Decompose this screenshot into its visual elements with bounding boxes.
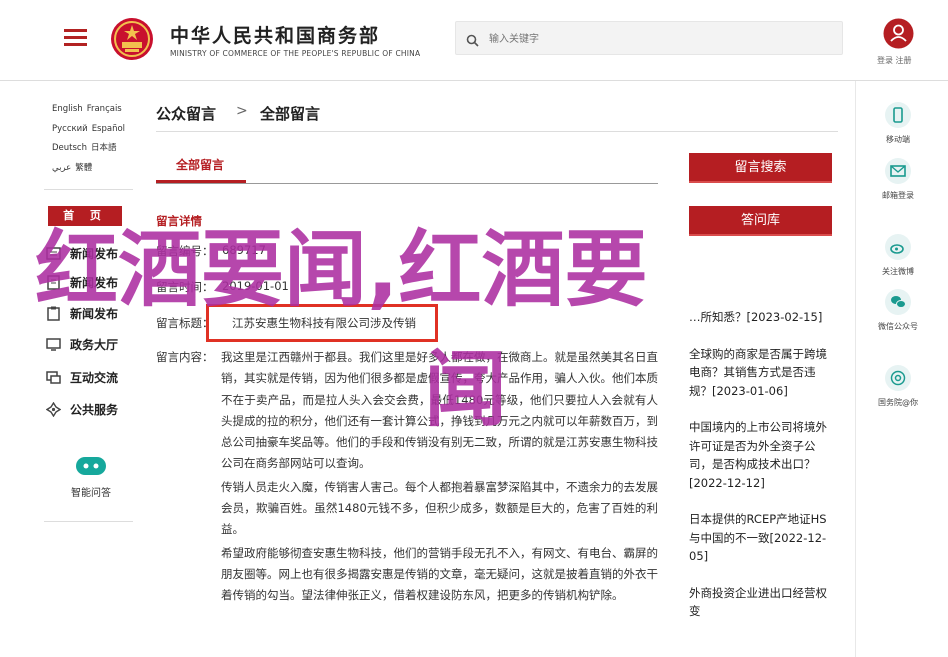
lang-spanish[interactable]: Español	[92, 120, 125, 140]
mobile-label: 移动端	[886, 135, 910, 144]
language-row: Русский Español	[52, 120, 129, 140]
site-title-en: MINISTRY OF COMMERCE OF THE PEOPLE'S REP…	[170, 49, 421, 58]
language-row: Deutsch 日本語	[52, 139, 129, 159]
robot-icon	[74, 457, 108, 481]
list-item[interactable]: 外商投资企业进出口经营权变	[689, 584, 834, 621]
login-link[interactable]: 登录	[877, 56, 893, 65]
nav-item-public-service[interactable]: 公共服务	[45, 399, 136, 421]
state-council-label: 国务院@你	[878, 398, 918, 407]
tab-label: 全部留言	[176, 158, 225, 172]
chat-icon	[46, 370, 61, 388]
lang-arabic[interactable]: عربي	[52, 159, 71, 179]
overlay-watermark: 红酒要闻,红酒要	[35, 221, 648, 318]
wechat-icon	[885, 289, 911, 315]
breadcrumb-all-messages[interactable]: 全部留言	[260, 103, 320, 124]
tab-all-messages[interactable]: 全部留言	[156, 152, 246, 185]
divider	[44, 189, 133, 190]
list-item[interactable]: 日本提供的RCEP产地证HS与中国的不一致[2022-12-05]	[689, 510, 834, 566]
site-title: 中华人民共和国商务部	[170, 25, 381, 47]
wechat-label: 微信公众号	[878, 322, 918, 331]
lang-russian[interactable]: Русский	[52, 120, 88, 140]
auth-links: 登录 注册	[877, 55, 912, 66]
nav-label: 政务大厅	[70, 338, 119, 352]
weibo-label: 关注微博	[882, 267, 914, 276]
chevron-right-icon: >	[236, 103, 248, 119]
mail-link[interactable]: 邮箱登录	[878, 158, 918, 201]
lang-french[interactable]: Français	[87, 100, 122, 120]
monitor-icon	[46, 337, 61, 355]
search-input[interactable]	[489, 30, 829, 48]
register-link[interactable]: 注册	[896, 56, 912, 65]
state-council-link[interactable]: 国务院@你	[878, 365, 918, 408]
at-icon	[885, 365, 911, 391]
mail-label: 邮箱登录	[882, 191, 914, 200]
content-key: 留言内容：	[156, 350, 214, 364]
content-paragraph: 传销人员走火入魔，传销害人害己。每个人都抱着暴富梦深陷其中，不遗余力的去发展会员…	[221, 479, 658, 537]
menu-icon[interactable]	[64, 29, 87, 47]
list-item[interactable]: …所知悉？[2023-02-15]	[689, 308, 834, 327]
search-box[interactable]	[455, 21, 843, 55]
nav-label: 公共服务	[70, 403, 119, 417]
language-list: English Français Русский Español Deutsch 日本…	[52, 100, 129, 178]
language-row: English Français	[52, 100, 129, 120]
weibo-link[interactable]: 关注微博	[878, 234, 918, 277]
lang-japanese[interactable]: 日本語	[91, 139, 117, 159]
nav-item-interaction[interactable]: 互动交流	[46, 367, 136, 389]
user-icon[interactable]	[883, 18, 914, 53]
divider	[156, 183, 658, 184]
lang-english[interactable]: English	[52, 100, 83, 120]
smart-qa-button[interactable]: 智能问答	[66, 455, 116, 499]
content-paragraph: 希望政府能够彻查安惠生物科技，他们的营销手段无孔不入，有网文、有电台、霸屏的朋友…	[221, 545, 658, 603]
lang-traditional-chinese[interactable]: 繁體	[75, 159, 92, 179]
qa-list: …所知悉？[2023-02-15] 全球购的商家是否属于跨境电商？其销售方式是否…	[689, 248, 834, 639]
service-icon	[45, 401, 62, 420]
divider	[44, 521, 133, 522]
divider	[855, 81, 856, 657]
message-search-button[interactable]: 留言搜索	[689, 153, 832, 183]
nav-label: 互动交流	[70, 371, 119, 385]
list-item[interactable]: 全球购的商家是否属于跨境电商？其销售方式是否违规？[2023-01-06]	[689, 345, 834, 401]
qa-library-button[interactable]: 答问库	[689, 206, 832, 236]
list-item[interactable]: 中国境内的上市公司将境外许可证是否为外全资子公司，是否构成技术出口？[2022-…	[689, 418, 834, 492]
lang-german[interactable]: Deutsch	[52, 139, 87, 159]
mail-icon	[885, 158, 911, 184]
nav-item-gov-hall[interactable]: 政务大厅	[46, 334, 136, 356]
mobile-icon	[885, 102, 911, 128]
divider	[156, 131, 838, 132]
national-emblem-logo[interactable]	[109, 15, 155, 67]
smart-qa-label: 智能问答	[71, 488, 111, 499]
weibo-icon	[885, 234, 911, 260]
breadcrumb-public-message[interactable]: 公众留言	[156, 103, 216, 124]
site-header: 中华人民共和国商务部 MINISTRY OF COMMERCE OF THE P…	[0, 0, 948, 81]
language-row: عربي 繁體	[52, 159, 129, 179]
wechat-link[interactable]: 微信公众号	[878, 289, 918, 332]
overlay-watermark: 闻	[424, 341, 507, 438]
search-icon[interactable]	[466, 32, 479, 51]
page: 中华人民共和国商务部 MINISTRY OF COMMERCE OF THE P…	[0, 0, 948, 657]
mobile-link[interactable]: 移动端	[878, 102, 918, 145]
